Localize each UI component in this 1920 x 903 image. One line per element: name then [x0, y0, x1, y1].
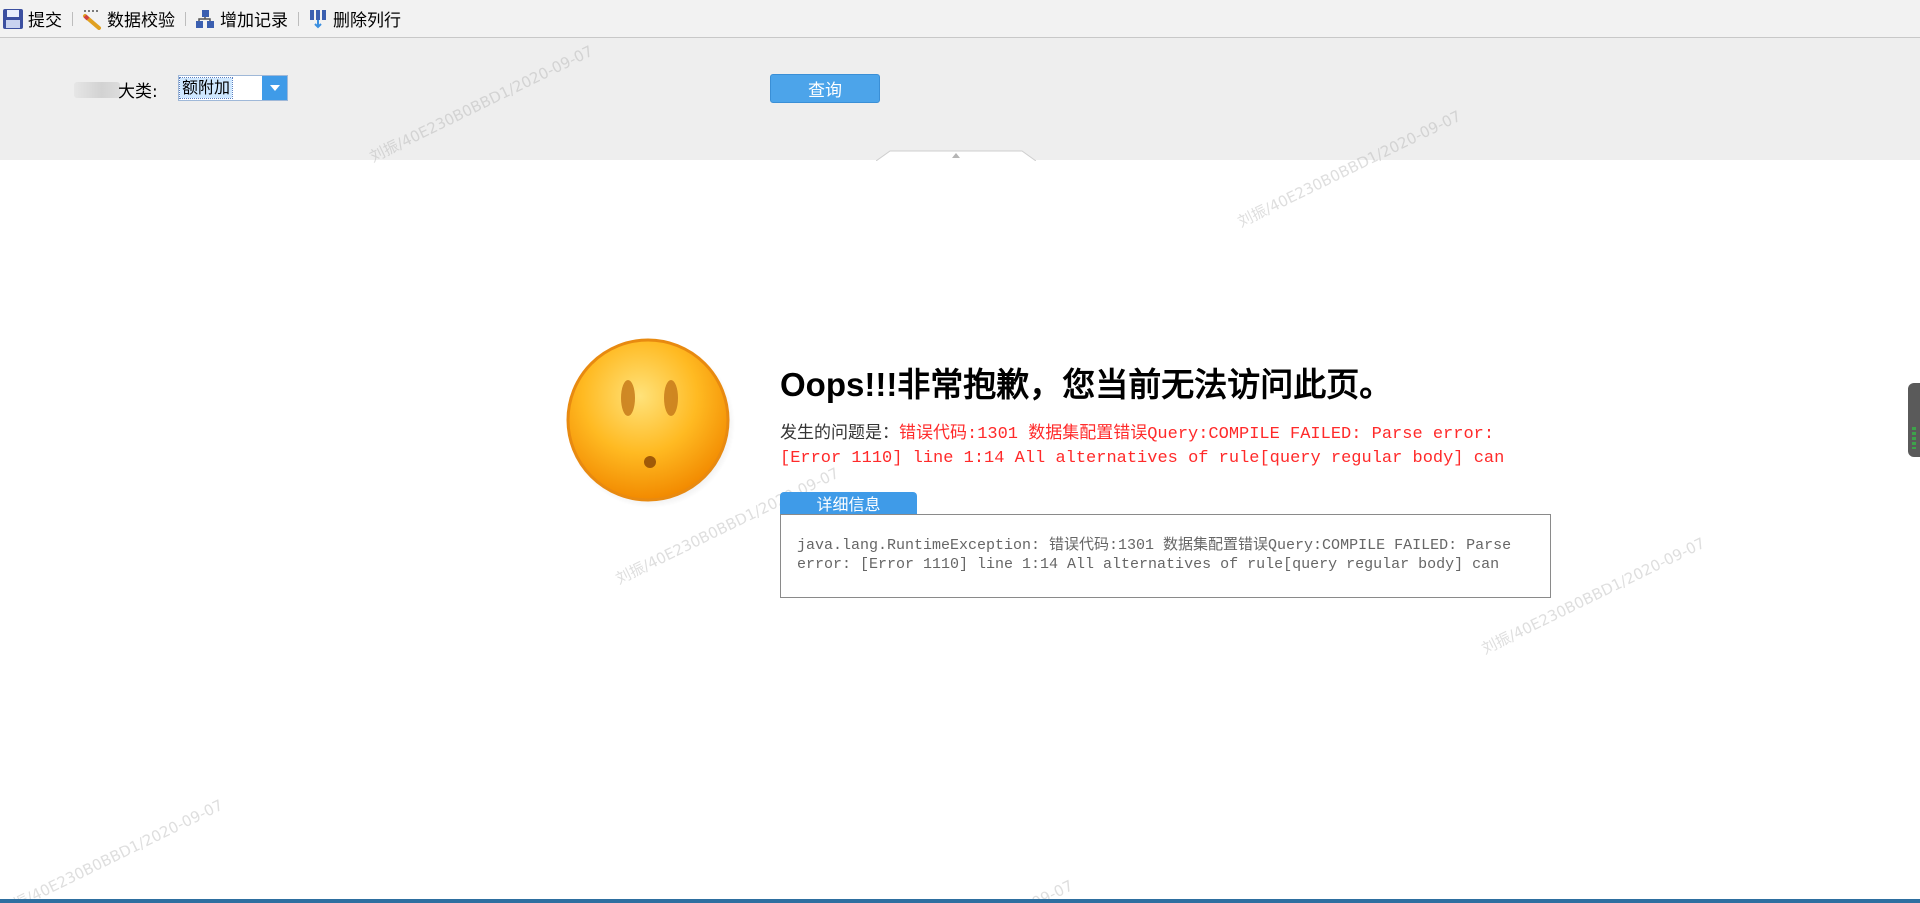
- category-label: 大类:: [118, 82, 158, 102]
- query-button[interactable]: 查询: [770, 74, 880, 103]
- toolbar-divider: [185, 11, 186, 26]
- submit-label: 提交: [28, 11, 62, 31]
- save-icon: [2, 8, 24, 30]
- data-validate-button[interactable]: 数据校验: [79, 0, 179, 37]
- bottom-border: [0, 899, 1920, 903]
- delete-row-button[interactable]: 删除列行: [305, 0, 405, 37]
- collapse-panel-handle[interactable]: [876, 149, 1036, 161]
- error-title: Oops!!!非常抱歉，您当前无法访问此页。: [780, 366, 1393, 403]
- error-details-box: java.lang.RuntimeException: 错误代码:1301 数据…: [780, 514, 1551, 598]
- delete-row-label: 删除列行: [333, 11, 401, 31]
- category-select[interactable]: 额附加: [178, 75, 288, 101]
- chevron-down-icon[interactable]: [262, 76, 287, 100]
- submit-button[interactable]: 提交: [0, 0, 66, 37]
- pencil-icon: [81, 8, 103, 30]
- add-record-button[interactable]: 增加记录: [192, 0, 292, 37]
- toolbar-divider: [72, 11, 73, 26]
- side-panel-handle[interactable]: [1908, 383, 1920, 457]
- details-button[interactable]: 详细信息: [780, 492, 917, 514]
- problem-label: 发生的问题是：: [780, 425, 899, 444]
- toolbar-divider: [298, 11, 299, 26]
- surprised-face-icon: [566, 338, 735, 508]
- error-problem: 发生的问题是：错误代码:1301 数据集配置错误Query:COMPILE FA…: [780, 423, 1520, 471]
- blurred-label: [74, 82, 120, 98]
- delete-row-icon: [307, 8, 329, 30]
- add-record-icon: [194, 8, 216, 30]
- signal-icon: [1912, 427, 1916, 449]
- category-select-value[interactable]: 额附加: [178, 77, 234, 99]
- watermark: 刘振/40E230B0BBD1/2020-09-07: [0, 795, 226, 903]
- toolbar: 提交 数据校验 增加记录 删除列行: [0, 0, 1920, 38]
- add-record-label: 增加记录: [220, 11, 288, 31]
- data-validate-label: 数据校验: [107, 11, 175, 31]
- report-page: 提交 数据校验 增加记录 删除列行 大类: 额附加 查询 刘振/40E230B0…: [0, 0, 1920, 903]
- filter-panel: 大类: 额附加 查询: [0, 38, 1920, 161]
